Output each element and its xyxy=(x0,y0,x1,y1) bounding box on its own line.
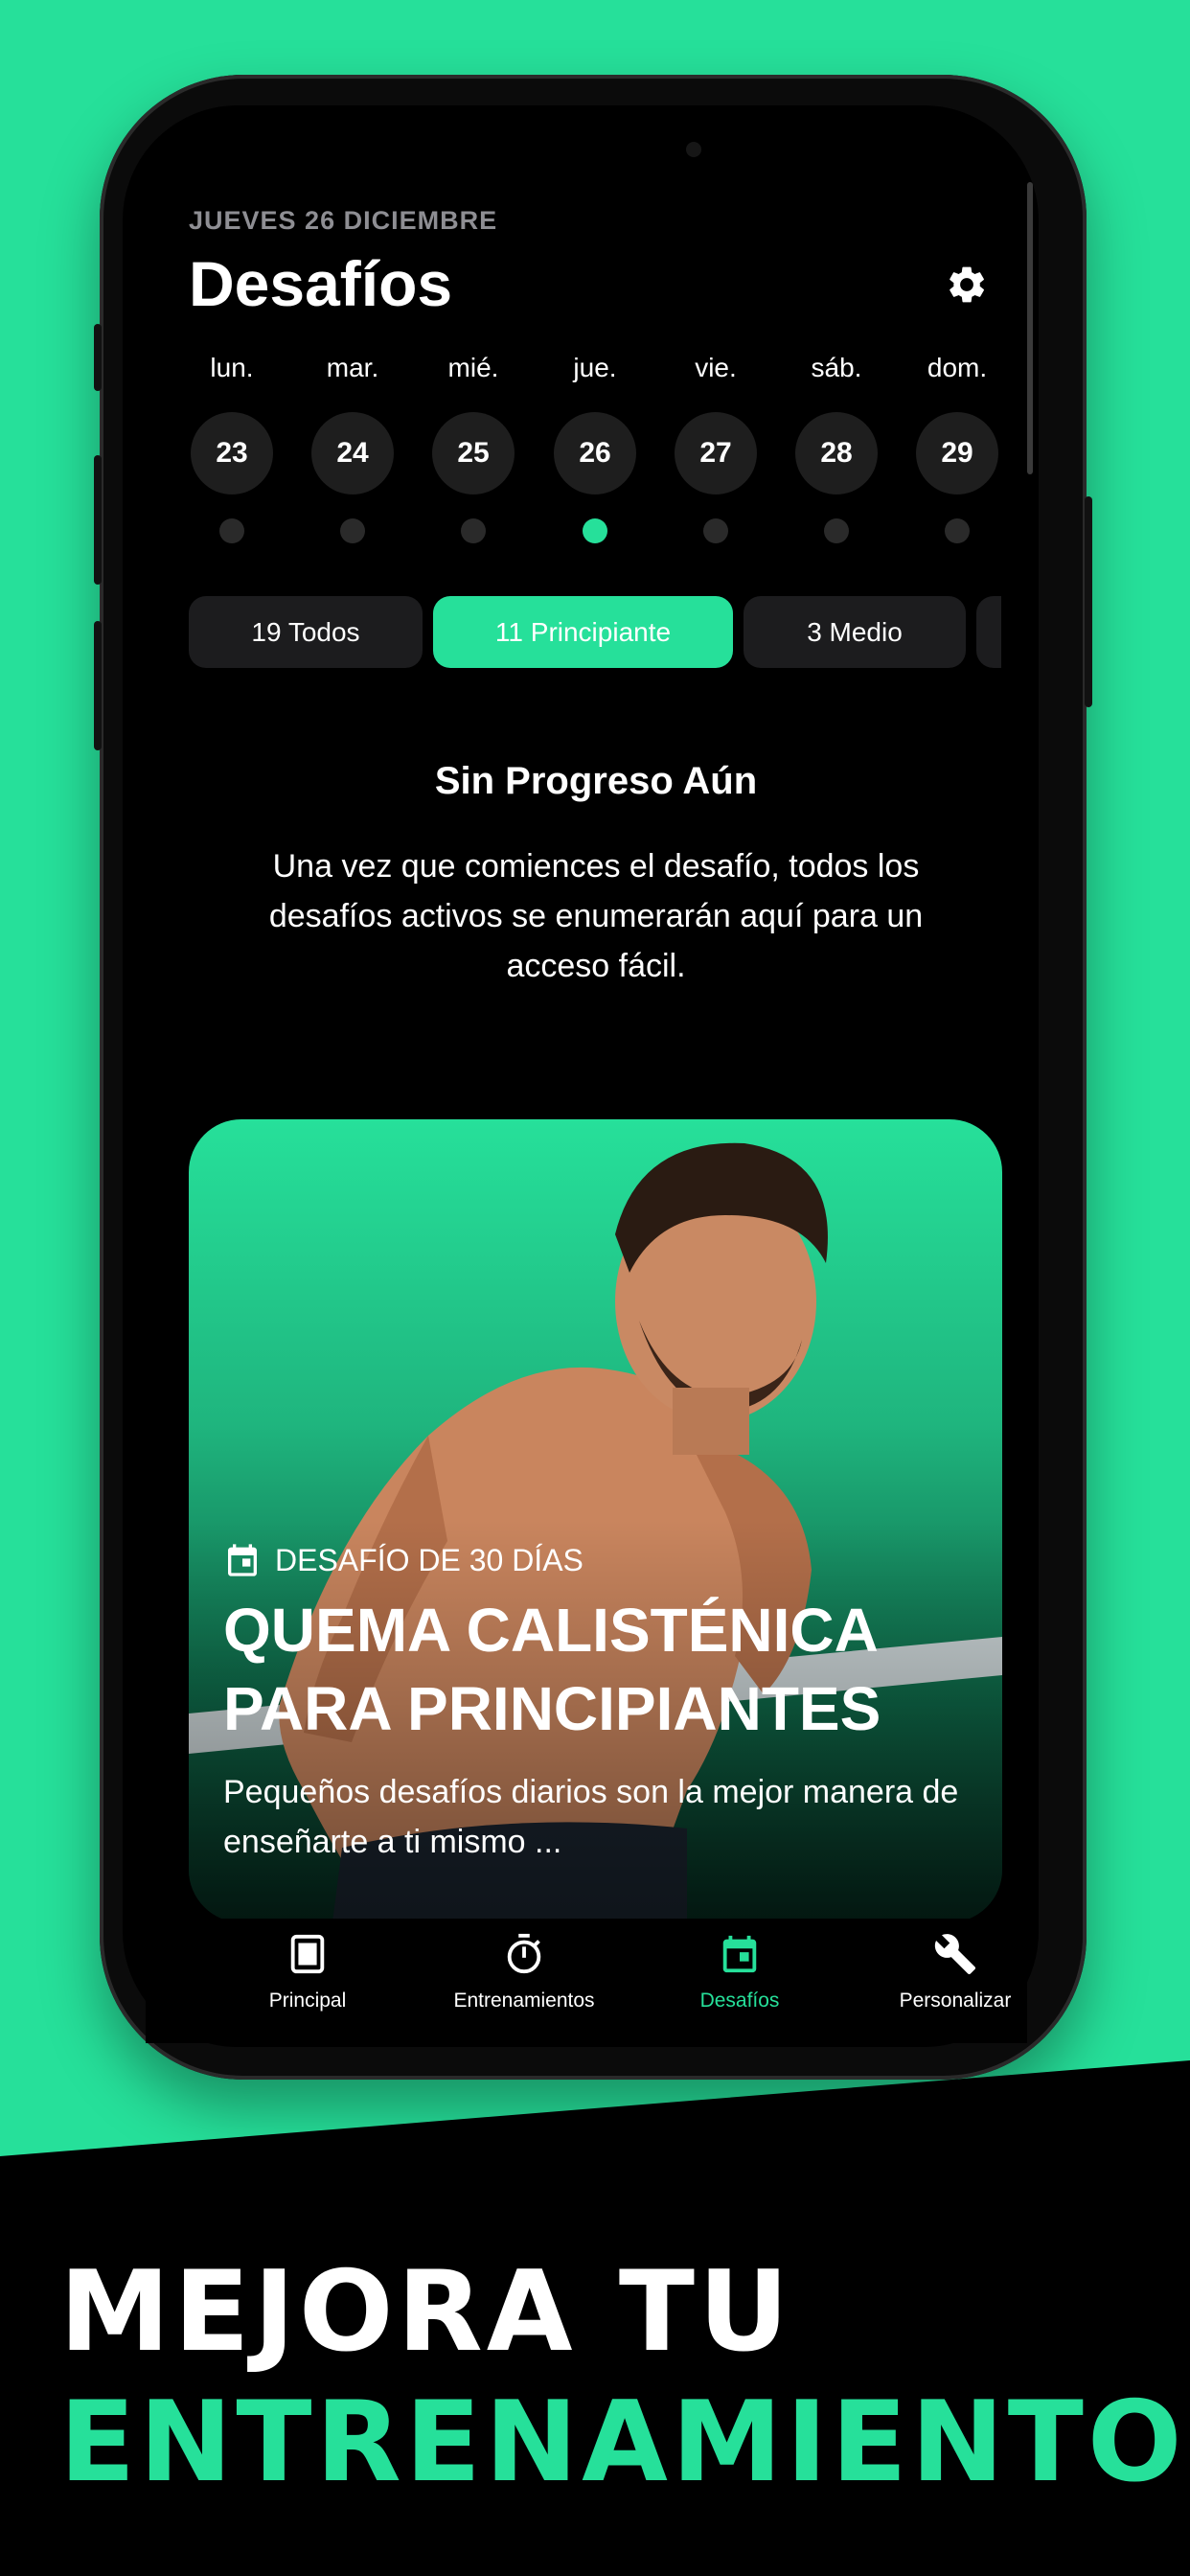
card-tag: DESAFÍO DE 30 DÍAS xyxy=(223,1541,584,1579)
promo-headline: MEJORA TU ENTRENAMIENTO xyxy=(59,2247,1186,2508)
tab-label: Principal xyxy=(268,1990,347,2012)
tab-desafios[interactable]: Desafíos xyxy=(629,1932,850,2012)
wrench-icon xyxy=(934,1934,976,1975)
challenge-card[interactable]: DESAFÍO DE 30 DÍAS QUEMA CALISTÉNICA PAR… xyxy=(189,1119,1002,1922)
calendar-icon xyxy=(722,1935,757,1973)
page-title: Desafíos xyxy=(189,248,453,319)
scroll-indicator[interactable] xyxy=(1027,182,1033,474)
phone-volume-down xyxy=(94,621,102,750)
day-indicator-dot xyxy=(824,518,849,543)
tab-label: Entrenamientos xyxy=(453,1990,595,2012)
filter-chip-principiante[interactable]: 11 Principiante xyxy=(433,596,733,668)
day-button[interactable]: 29 xyxy=(916,412,998,494)
phone-volume-up xyxy=(94,455,102,585)
day-name: vie. xyxy=(695,353,737,382)
card-description: Pequeños desafíos diarios son la mejor m… xyxy=(223,1774,959,1860)
day-button-selected[interactable]: 26 xyxy=(554,412,636,494)
day-name: sáb. xyxy=(811,353,862,382)
empty-state-title: Sin Progreso Aún xyxy=(434,760,758,802)
tab-entrenamientos[interactable]: Entrenamientos xyxy=(414,1932,634,2012)
tab-label: Desafíos xyxy=(699,1990,780,2012)
day-indicator-dot-active xyxy=(583,518,607,543)
filter-chip-more[interactable] xyxy=(976,596,1001,668)
day-indicator-dot xyxy=(461,518,486,543)
card-title: QUEMA CALISTÉNICA PARA PRINCIPIANTES xyxy=(223,1596,881,1743)
filter-chip-todos[interactable]: 19 Todos xyxy=(189,596,423,668)
tab-principal[interactable]: Principal xyxy=(197,1932,418,2012)
tab-bar: Principal Entrenamientos Desafíos Person… xyxy=(146,1919,1027,2043)
day-name: dom. xyxy=(927,353,988,382)
day-button[interactable]: 28 xyxy=(795,412,878,494)
card-tag-label: DESAFÍO DE 30 DÍAS xyxy=(275,1542,584,1577)
empty-state-text: Una vez que comiences el desafío, todos … xyxy=(268,848,924,984)
gear-icon[interactable] xyxy=(945,263,989,307)
day-name: jue. xyxy=(573,353,617,382)
tab-personalizar[interactable]: Personalizar xyxy=(845,1932,1065,2012)
calendar-icon xyxy=(228,1544,257,1576)
day-name: mié. xyxy=(447,353,499,382)
day-name: lun. xyxy=(210,353,254,382)
promo-line-2: ENTRENAMIENTO xyxy=(59,2378,1186,2507)
front-camera xyxy=(686,142,701,157)
date-label: JUEVES 26 DICIEMBRE xyxy=(189,206,498,235)
day-button[interactable]: 25 xyxy=(432,412,515,494)
day-button[interactable]: 24 xyxy=(311,412,394,494)
day-indicator-dot xyxy=(340,518,365,543)
promo-line-1: MEJORA TU xyxy=(59,2247,793,2377)
tab-label: Personalizar xyxy=(899,1990,1012,2012)
day-indicator-dot xyxy=(703,518,728,543)
day-button[interactable]: 27 xyxy=(675,412,757,494)
phone-power-button xyxy=(1085,496,1092,707)
stopwatch-icon xyxy=(507,1933,541,1974)
day-name: mar. xyxy=(326,353,379,382)
phone-mute-switch xyxy=(94,324,102,391)
filter-chip-medio[interactable]: 3 Medio xyxy=(744,596,966,668)
day-button[interactable]: 23 xyxy=(191,412,273,494)
day-indicator-dot xyxy=(219,518,244,543)
home-icon xyxy=(290,1934,325,1974)
day-indicator-dot xyxy=(945,518,970,543)
